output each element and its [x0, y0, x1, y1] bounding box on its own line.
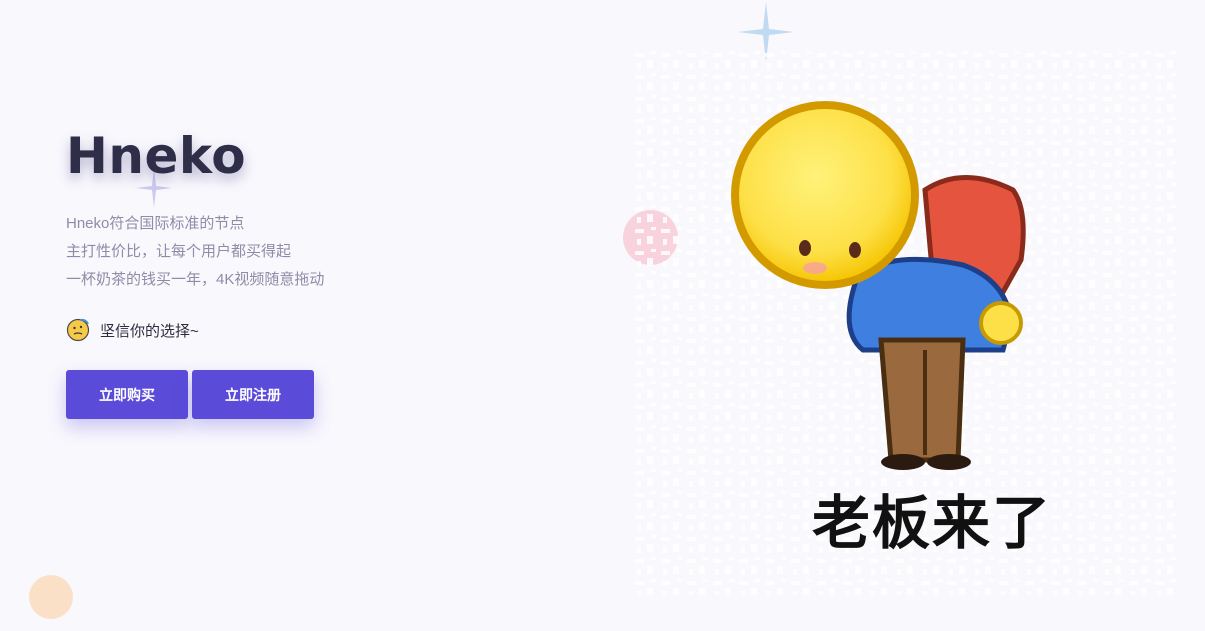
thinking-face-icon: [66, 318, 90, 342]
tagline-line: 一杯奶茶的钱买一年，4K视频随意拖动: [66, 271, 325, 288]
tagline-line: 主打性价比，让每个用户都买得起: [66, 243, 292, 260]
brand-title: Hneko: [66, 127, 247, 185]
motto: 坚信你的选择~: [66, 316, 486, 344]
motto-text: 坚信你的选择~: [100, 322, 199, 340]
hero-actions: 立即购买 立即注册: [66, 370, 486, 419]
illustration-caption: 老板来了: [812, 489, 1053, 557]
peach-bubble-decoration: [29, 575, 73, 619]
buy-now-button[interactable]: 立即购买: [66, 370, 188, 419]
register-button[interactable]: 立即注册: [192, 370, 314, 419]
tagline-line: Hneko符合国际标准的节点: [66, 215, 245, 232]
hero-section: Hneko Hneko符合国际标准的节点 主打性价比，让每个用户都买得起 一杯奶…: [66, 120, 486, 419]
tagline: Hneko符合国际标准的节点 主打性价比，让每个用户都买得起 一杯奶茶的钱买一年…: [66, 210, 486, 294]
